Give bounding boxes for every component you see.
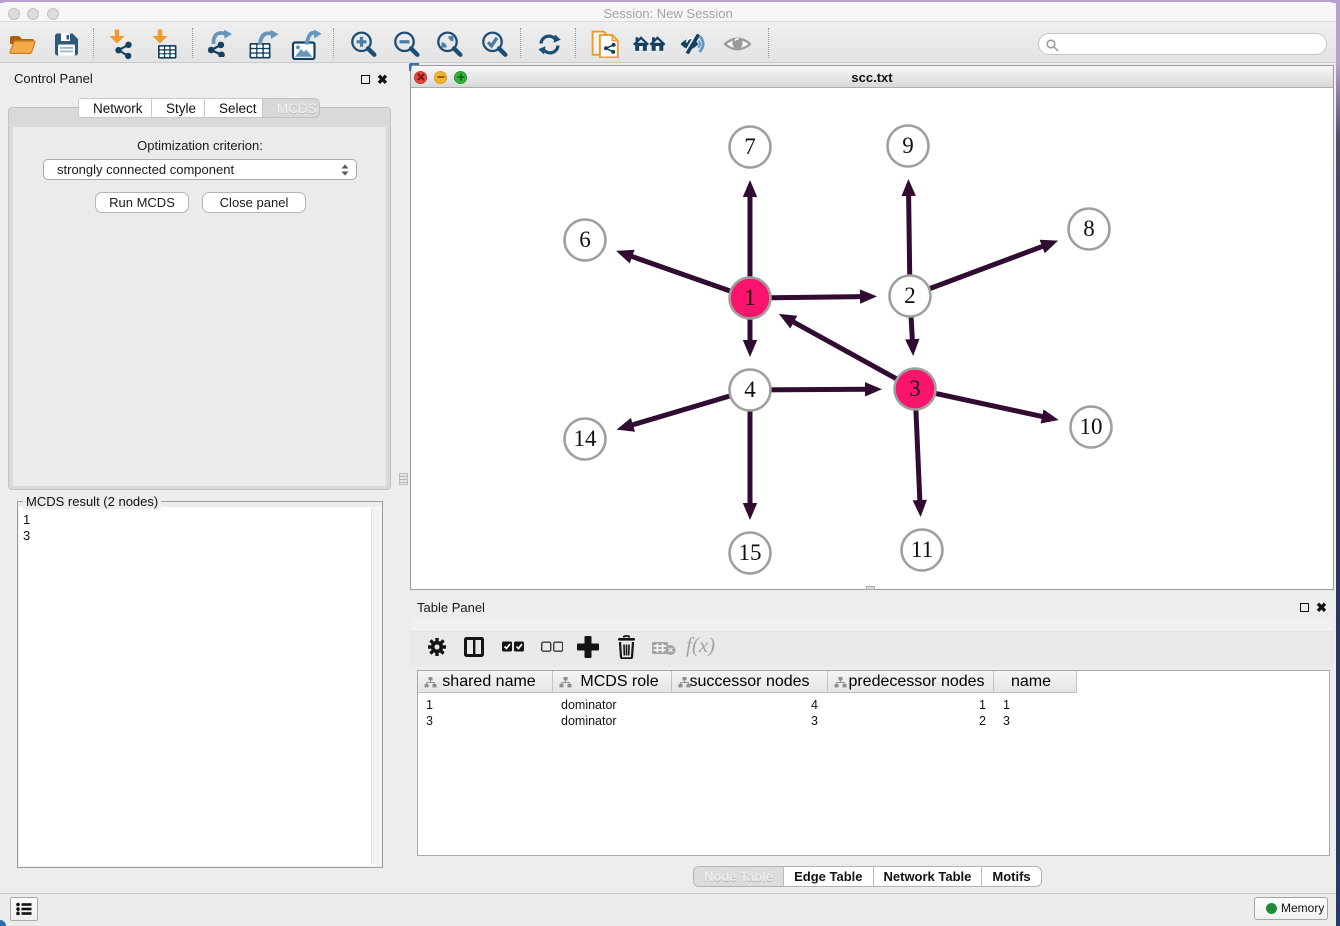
svg-text:2: 2 [904, 283, 916, 308]
svg-text:3: 3 [909, 376, 921, 401]
svg-text:1: 1 [744, 285, 756, 310]
svg-text:11: 11 [911, 537, 933, 562]
svg-text:7: 7 [744, 134, 756, 159]
svg-text:8: 8 [1083, 216, 1095, 241]
svg-text:10: 10 [1080, 414, 1103, 439]
svg-text:14: 14 [574, 426, 598, 451]
svg-text:9: 9 [902, 133, 914, 158]
svg-text:6: 6 [579, 227, 591, 252]
svg-text:4: 4 [744, 377, 756, 402]
svg-text:15: 15 [739, 540, 762, 565]
